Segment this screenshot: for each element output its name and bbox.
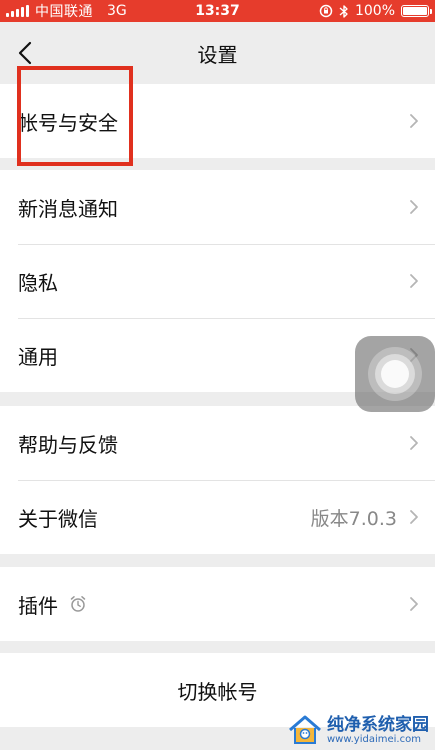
- switch-account-label: 切换帐号: [177, 679, 258, 704]
- settings-item-plugins[interactable]: 插件: [0, 567, 435, 641]
- switch-account-button[interactable]: 切换帐号: [0, 653, 435, 727]
- row-right: [409, 273, 419, 289]
- settings-group-account: 帐号与安全: [0, 84, 435, 158]
- chevron-right-icon: [410, 597, 418, 611]
- carrier-name: 中国联通: [35, 4, 93, 20]
- chevron-left-icon[interactable]: [14, 40, 38, 66]
- network-type: 3G: [107, 3, 127, 19]
- assistive-touch-ring-outer: [368, 347, 422, 401]
- settings-item-label: 插件: [18, 593, 58, 618]
- plugin-alarm-icon: [70, 596, 86, 612]
- settings-item-label: 隐私: [18, 270, 58, 295]
- settings-item-privacy[interactable]: 隐私: [0, 244, 435, 318]
- version-value: 版本7.0.3: [310, 507, 397, 530]
- assistive-touch-ring-inner: [381, 360, 409, 388]
- orientation-lock-icon: [319, 4, 333, 18]
- settings-item-about-wechat[interactable]: 关于微信 版本7.0.3: [0, 480, 435, 554]
- chevron-right-icon: [410, 200, 418, 214]
- settings-item-label: 新消息通知: [18, 196, 118, 221]
- settings-group-help: 帮助与反馈 关于微信 版本7.0.3: [0, 406, 435, 554]
- settings-screen: 中国联通 3G 13:37 100% 设置 帐号与安全 新消息通知 隐私 通用 …: [0, 0, 435, 750]
- row-right: [409, 199, 419, 215]
- battery-percentage: 100%: [354, 3, 395, 19]
- row-right: 版本7.0.3: [311, 504, 419, 531]
- chevron-right-icon: [410, 436, 418, 450]
- page-title: 设置: [197, 42, 238, 67]
- bluetooth-icon: [339, 4, 348, 18]
- assistive-touch-ring-middle: [375, 354, 415, 394]
- settings-item-label: 关于微信: [18, 506, 98, 531]
- settings-item-account-security[interactable]: 帐号与安全: [0, 84, 435, 158]
- row-right: [409, 435, 419, 451]
- settings-item-label: 帮助与反馈: [18, 432, 118, 457]
- settings-item-help-feedback[interactable]: 帮助与反馈: [0, 406, 435, 480]
- row-right: [409, 113, 419, 129]
- chevron-right-icon: [410, 510, 418, 524]
- status-right-group: 100%: [319, 3, 432, 19]
- settings-item-label: 帐号与安全: [18, 110, 118, 135]
- navigation-bar: 设置: [0, 22, 435, 84]
- assistive-touch-button[interactable]: [355, 336, 435, 412]
- status-bar: 中国联通 3G 13:37 100%: [0, 0, 435, 22]
- row-right: [409, 596, 419, 612]
- settings-item-notifications[interactable]: 新消息通知: [0, 170, 435, 244]
- signal-strength-icon: [6, 5, 29, 17]
- chevron-right-icon: [410, 114, 418, 128]
- watermark-url: www.yidaimei.com: [327, 733, 421, 745]
- settings-item-label: 通用: [18, 344, 58, 369]
- settings-group-plugins: 插件: [0, 567, 435, 641]
- battery-fill: [403, 7, 427, 15]
- battery-icon: [401, 5, 432, 17]
- chevron-right-icon: [410, 274, 418, 288]
